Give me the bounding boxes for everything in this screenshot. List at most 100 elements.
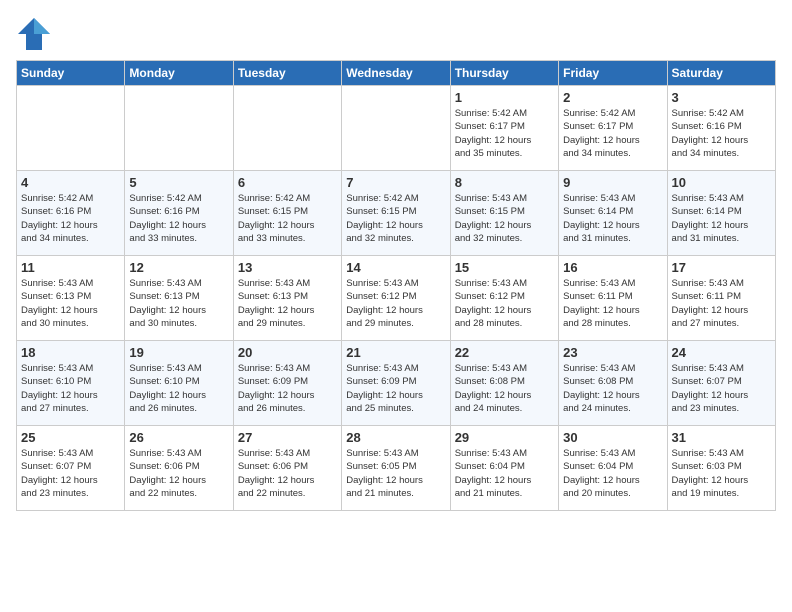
calendar-cell: 25Sunrise: 5:43 AM Sunset: 6:07 PM Dayli… [17, 426, 125, 511]
day-info: Sunrise: 5:43 AM Sunset: 6:13 PM Dayligh… [238, 277, 337, 330]
day-info: Sunrise: 5:42 AM Sunset: 6:17 PM Dayligh… [455, 107, 554, 160]
calendar-cell: 2 Sunrise: 5:42 AM Sunset: 6:17 PM Daylig… [559, 86, 667, 171]
calendar-table: SundayMondayTuesdayWednesdayThursdayFrid… [16, 60, 776, 511]
day-number: 17 [672, 260, 771, 275]
day-info: Sunrise: 5:43 AM Sunset: 6:10 PM Dayligh… [129, 362, 228, 415]
day-number: 29 [455, 430, 554, 445]
week-row-1: 1 Sunrise: 5:42 AM Sunset: 6:17 PM Daylig… [17, 86, 776, 171]
day-number: 8 [455, 175, 554, 190]
day-info: Sunrise: 5:43 AM Sunset: 6:05 PM Dayligh… [346, 447, 445, 500]
calendar-cell [233, 86, 341, 171]
day-number: 2 [563, 90, 662, 105]
day-number: 3 [672, 90, 771, 105]
day-info: Sunrise: 5:43 AM Sunset: 6:09 PM Dayligh… [346, 362, 445, 415]
day-number: 28 [346, 430, 445, 445]
calendar-cell: 17Sunrise: 5:43 AM Sunset: 6:11 PM Dayli… [667, 256, 775, 341]
calendar-cell: 23 Sunrise: 5:43 AM Sunset: 6:08 PM Dayli… [559, 341, 667, 426]
day-number: 7 [346, 175, 445, 190]
calendar-cell: 30 Sunrise: 5:43 AM Sunset: 6:04 PM Dayli… [559, 426, 667, 511]
day-number: 5 [129, 175, 228, 190]
day-number: 24 [672, 345, 771, 360]
day-number: 25 [21, 430, 120, 445]
calendar-cell: 7 Sunrise: 5:42 AM Sunset: 6:15 PM Daylig… [342, 171, 450, 256]
weekday-header-row: SundayMondayTuesdayWednesdayThursdayFrid… [17, 61, 776, 86]
calendar-cell [342, 86, 450, 171]
calendar-cell: 9Sunrise: 5:43 AM Sunset: 6:14 PM Daylig… [559, 171, 667, 256]
day-info: Sunrise: 5:43 AM Sunset: 6:04 PM Dayligh… [563, 447, 662, 500]
day-number: 9 [563, 175, 662, 190]
week-row-3: 11Sunrise: 5:43 AM Sunset: 6:13 PM Dayli… [17, 256, 776, 341]
day-info: Sunrise: 5:43 AM Sunset: 6:12 PM Dayligh… [455, 277, 554, 330]
calendar-cell: 21 Sunrise: 5:43 AM Sunset: 6:09 PM Dayli… [342, 341, 450, 426]
calendar-cell: 11Sunrise: 5:43 AM Sunset: 6:13 PM Dayli… [17, 256, 125, 341]
weekday-header-sunday: Sunday [17, 61, 125, 86]
calendar-cell: 18 Sunrise: 5:43 AM Sunset: 6:10 PM Dayli… [17, 341, 125, 426]
calendar-cell [125, 86, 233, 171]
day-info: Sunrise: 5:43 AM Sunset: 6:13 PM Dayligh… [21, 277, 120, 330]
week-row-4: 18 Sunrise: 5:43 AM Sunset: 6:10 PM Dayli… [17, 341, 776, 426]
day-number: 12 [129, 260, 228, 275]
day-info: Sunrise: 5:43 AM Sunset: 6:06 PM Dayligh… [238, 447, 337, 500]
calendar-cell: 10 Sunrise: 5:43 AM Sunset: 6:14 PM Dayli… [667, 171, 775, 256]
week-row-5: 25Sunrise: 5:43 AM Sunset: 6:07 PM Dayli… [17, 426, 776, 511]
day-info: Sunrise: 5:42 AM Sunset: 6:15 PM Dayligh… [238, 192, 337, 245]
day-number: 23 [563, 345, 662, 360]
calendar-cell: 15 Sunrise: 5:43 AM Sunset: 6:12 PM Dayli… [450, 256, 558, 341]
calendar-cell: 31Sunrise: 5:43 AM Sunset: 6:03 PM Dayli… [667, 426, 775, 511]
weekday-header-tuesday: Tuesday [233, 61, 341, 86]
day-number: 21 [346, 345, 445, 360]
calendar-cell: 12 Sunrise: 5:43 AM Sunset: 6:13 PM Dayli… [125, 256, 233, 341]
calendar-cell: 4 Sunrise: 5:42 AM Sunset: 6:16 PM Daylig… [17, 171, 125, 256]
day-info: Sunrise: 5:43 AM Sunset: 6:06 PM Dayligh… [129, 447, 228, 500]
week-row-2: 4 Sunrise: 5:42 AM Sunset: 6:16 PM Daylig… [17, 171, 776, 256]
logo-icon [16, 16, 52, 52]
page-header [16, 16, 776, 52]
day-info: Sunrise: 5:43 AM Sunset: 6:13 PM Dayligh… [129, 277, 228, 330]
calendar-cell: 29 Sunrise: 5:43 AM Sunset: 6:04 PM Dayli… [450, 426, 558, 511]
day-number: 22 [455, 345, 554, 360]
day-number: 30 [563, 430, 662, 445]
day-number: 14 [346, 260, 445, 275]
day-info: Sunrise: 5:42 AM Sunset: 6:16 PM Dayligh… [129, 192, 228, 245]
day-number: 1 [455, 90, 554, 105]
day-info: Sunrise: 5:43 AM Sunset: 6:10 PM Dayligh… [21, 362, 120, 415]
day-info: Sunrise: 5:42 AM Sunset: 6:16 PM Dayligh… [672, 107, 771, 160]
day-number: 15 [455, 260, 554, 275]
calendar-cell: 27 Sunrise: 5:43 AM Sunset: 6:06 PM Dayli… [233, 426, 341, 511]
weekday-header-wednesday: Wednesday [342, 61, 450, 86]
calendar-cell: 19 Sunrise: 5:43 AM Sunset: 6:10 PM Dayli… [125, 341, 233, 426]
day-info: Sunrise: 5:43 AM Sunset: 6:12 PM Dayligh… [346, 277, 445, 330]
calendar-cell: 28 Sunrise: 5:43 AM Sunset: 6:05 PM Dayli… [342, 426, 450, 511]
calendar-cell: 24 Sunrise: 5:43 AM Sunset: 6:07 PM Dayli… [667, 341, 775, 426]
day-info: Sunrise: 5:42 AM Sunset: 6:16 PM Dayligh… [21, 192, 120, 245]
day-number: 16 [563, 260, 662, 275]
calendar-cell: 6 Sunrise: 5:42 AM Sunset: 6:15 PM Daylig… [233, 171, 341, 256]
day-info: Sunrise: 5:43 AM Sunset: 6:04 PM Dayligh… [455, 447, 554, 500]
day-info: Sunrise: 5:43 AM Sunset: 6:14 PM Dayligh… [672, 192, 771, 245]
day-number: 18 [21, 345, 120, 360]
day-number: 26 [129, 430, 228, 445]
day-info: Sunrise: 5:43 AM Sunset: 6:07 PM Dayligh… [672, 362, 771, 415]
calendar-cell: 8Sunrise: 5:43 AM Sunset: 6:15 PM Daylig… [450, 171, 558, 256]
calendar-cell [17, 86, 125, 171]
day-info: Sunrise: 5:42 AM Sunset: 6:15 PM Dayligh… [346, 192, 445, 245]
day-info: Sunrise: 5:43 AM Sunset: 6:11 PM Dayligh… [563, 277, 662, 330]
calendar-cell: 20Sunrise: 5:43 AM Sunset: 6:09 PM Dayli… [233, 341, 341, 426]
day-info: Sunrise: 5:42 AM Sunset: 6:17 PM Dayligh… [563, 107, 662, 160]
day-number: 27 [238, 430, 337, 445]
weekday-header-monday: Monday [125, 61, 233, 86]
day-info: Sunrise: 5:43 AM Sunset: 6:09 PM Dayligh… [238, 362, 337, 415]
calendar-cell: 16 Sunrise: 5:43 AM Sunset: 6:11 PM Dayli… [559, 256, 667, 341]
calendar-cell: 26 Sunrise: 5:43 AM Sunset: 6:06 PM Dayli… [125, 426, 233, 511]
day-number: 6 [238, 175, 337, 190]
day-number: 10 [672, 175, 771, 190]
weekday-header-friday: Friday [559, 61, 667, 86]
day-number: 4 [21, 175, 120, 190]
day-number: 31 [672, 430, 771, 445]
calendar-cell: 22Sunrise: 5:43 AM Sunset: 6:08 PM Dayli… [450, 341, 558, 426]
day-info: Sunrise: 5:43 AM Sunset: 6:08 PM Dayligh… [563, 362, 662, 415]
weekday-header-thursday: Thursday [450, 61, 558, 86]
calendar-cell: 3 Sunrise: 5:42 AM Sunset: 6:16 PM Daylig… [667, 86, 775, 171]
day-number: 19 [129, 345, 228, 360]
logo [16, 16, 56, 52]
